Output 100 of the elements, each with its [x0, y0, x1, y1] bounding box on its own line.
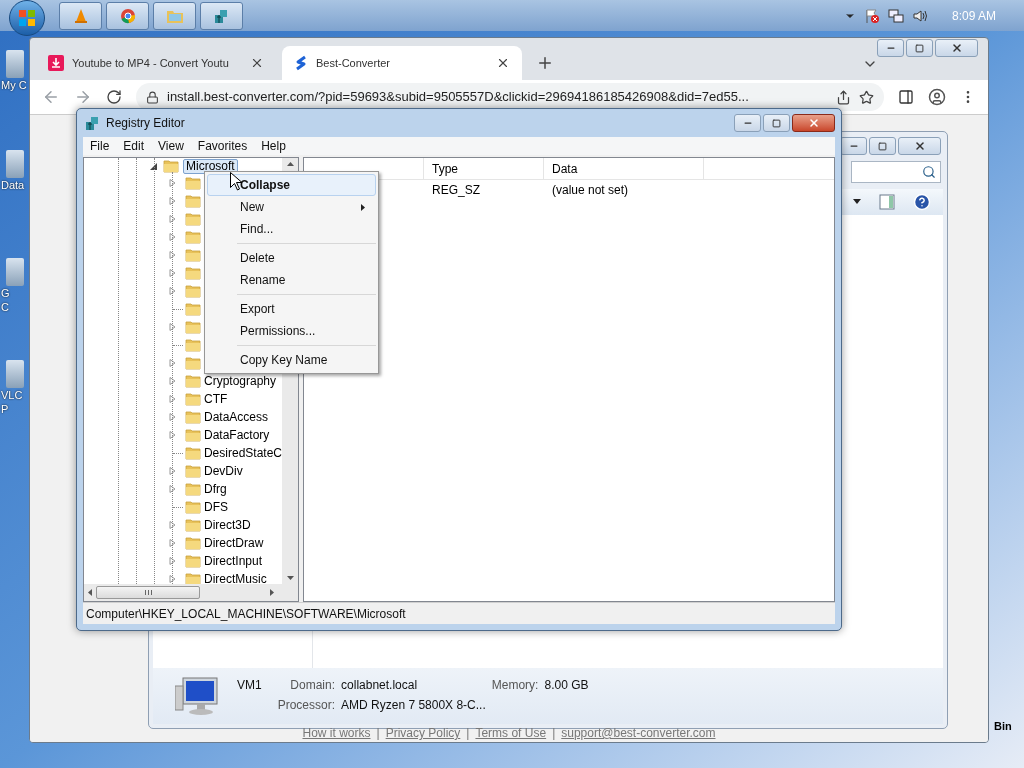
folder-icon [185, 212, 201, 226]
tree-item[interactable]: Cryptography [201, 372, 277, 390]
browser-tab[interactable]: Youtube to MP4 - Convert Youtu [36, 46, 276, 80]
browser-logo-icon [119, 7, 136, 24]
detail-value: 8.00 GB [544, 677, 589, 694]
scroll-thumb[interactable] [96, 586, 200, 599]
scroll-down-icon[interactable] [286, 576, 294, 580]
browser-tab[interactable]: Best-Converter [282, 46, 522, 80]
desktop-icon[interactable] [6, 360, 24, 388]
menu-item[interactable]: Rename [207, 269, 376, 291]
menu-item[interactable]: Edit [117, 137, 151, 155]
desktop-icon-label: C [0, 300, 9, 314]
desktop-icon-label: VLC [0, 388, 23, 402]
folder-icon [185, 266, 201, 280]
help-icon[interactable] [913, 193, 931, 211]
tree-item[interactable]: DesiredStateC [200, 444, 282, 462]
menu-item[interactable]: Favorites [191, 137, 254, 155]
column-header[interactable]: Type [424, 158, 544, 179]
horizontal-scrollbar[interactable] [84, 584, 298, 601]
tree-item[interactable]: DataAccess [201, 408, 269, 426]
tree-item[interactable]: DataFactory [201, 426, 270, 444]
footer-link[interactable]: support@best-converter.com [561, 725, 716, 741]
desktop-icon[interactable] [6, 50, 24, 78]
close-button[interactable] [898, 137, 941, 155]
maximize-button[interactable] [869, 137, 896, 155]
tree-item[interactable]: DevDiv [201, 462, 243, 480]
maximize-button[interactable] [906, 39, 933, 57]
side-panel-icon[interactable] [898, 89, 914, 105]
preview-pane-icon[interactable] [879, 194, 895, 210]
tree-item[interactable]: Dfrg [201, 480, 227, 498]
taskbar-button[interactable] [153, 1, 196, 30]
minimize-button[interactable] [840, 137, 867, 155]
close-button[interactable] [792, 114, 835, 132]
forward-icon[interactable] [74, 88, 92, 106]
folder-icon [185, 392, 201, 406]
taskbar-button[interactable] [59, 1, 102, 30]
back-icon[interactable] [42, 88, 60, 106]
tree-item[interactable]: DirectDraw [201, 534, 264, 552]
speaker-icon[interactable] [911, 7, 928, 24]
grip-icon [144, 590, 152, 595]
desktop-icon[interactable] [6, 258, 24, 286]
cubes-icon [213, 7, 230, 24]
desktop-icon-label: G [0, 286, 10, 300]
menu-item[interactable]: Export [207, 298, 376, 320]
scroll-right-icon[interactable] [270, 589, 274, 596]
menu-item[interactable]: Collapse [207, 174, 376, 196]
folder-icon [185, 176, 201, 190]
search-field[interactable] [851, 161, 941, 183]
folder-icon [185, 572, 201, 584]
close-button[interactable] [935, 39, 978, 57]
traffic-cone-icon [72, 7, 89, 24]
tree-item[interactable]: DFS [201, 498, 228, 516]
address-bar[interactable]: install.best-converter.com/?pid=59693&subid=9505557D&clickid=29694186185426908&did=7ed55... [136, 83, 884, 111]
tree-item[interactable]: Direct3D [201, 516, 251, 534]
desktop-icon[interactable] [6, 150, 24, 178]
menu-item[interactable]: Find... [207, 218, 376, 240]
new-tab-icon[interactable] [536, 54, 554, 72]
network-icon[interactable] [887, 7, 904, 24]
dropdown-arrow-icon[interactable] [853, 199, 861, 205]
close-tab-icon[interactable] [250, 56, 264, 70]
tab-title: Best-Converter [316, 55, 391, 71]
detail-label: Domain: [289, 677, 336, 694]
menu-item[interactable]: Copy Key Name [207, 349, 376, 371]
footer-link[interactable]: Terms of Use [475, 725, 547, 741]
tree-item[interactable]: DirectInput [201, 552, 263, 570]
desktop-icon-label: Bin [994, 719, 1012, 734]
menu-item[interactable]: Permissions... [207, 320, 376, 342]
flag-icon[interactable] [863, 7, 880, 24]
menu-item[interactable]: New [207, 196, 376, 218]
folder-icon [185, 536, 201, 550]
minimize-button[interactable] [734, 114, 761, 132]
menu-item[interactable]: File [84, 137, 116, 155]
expander-icon[interactable] [150, 162, 159, 170]
menu-item[interactable]: Help [255, 137, 292, 155]
taskbar-button[interactable] [106, 1, 149, 30]
detail-label: Memory: [491, 677, 539, 694]
menu-item[interactable]: View [152, 137, 190, 155]
share-icon[interactable] [836, 89, 851, 105]
folder-icon [185, 374, 201, 388]
profile-icon[interactable] [928, 88, 946, 106]
reload-icon[interactable] [106, 89, 122, 105]
scroll-left-icon[interactable] [88, 589, 92, 596]
scroll-up-icon[interactable] [286, 162, 294, 166]
footer-link[interactable]: How it works [302, 725, 371, 741]
computer-icon [175, 676, 221, 716]
desktop-icon-label: P [0, 402, 9, 416]
bookmark-star-icon[interactable] [859, 89, 874, 105]
maximize-button[interactable] [763, 114, 790, 132]
menu-item[interactable]: Delete [207, 247, 376, 269]
start-button[interactable] [9, 0, 45, 36]
maximize-icon [772, 118, 781, 128]
footer-link[interactable]: Privacy Policy [385, 725, 461, 741]
tree-item[interactable]: CTF [201, 390, 228, 408]
tree-item[interactable]: DirectMusic [201, 570, 267, 584]
close-tab-icon[interactable] [496, 56, 510, 70]
status-path: Computer\HKEY_LOCAL_MACHINE\SOFTWARE\Microsoft [86, 605, 406, 623]
tree-item[interactable]: Microsoft [183, 158, 238, 174]
taskbar-button[interactable] [200, 1, 243, 30]
column-header[interactable]: Data [544, 158, 704, 179]
cubes-icon [85, 115, 101, 131]
